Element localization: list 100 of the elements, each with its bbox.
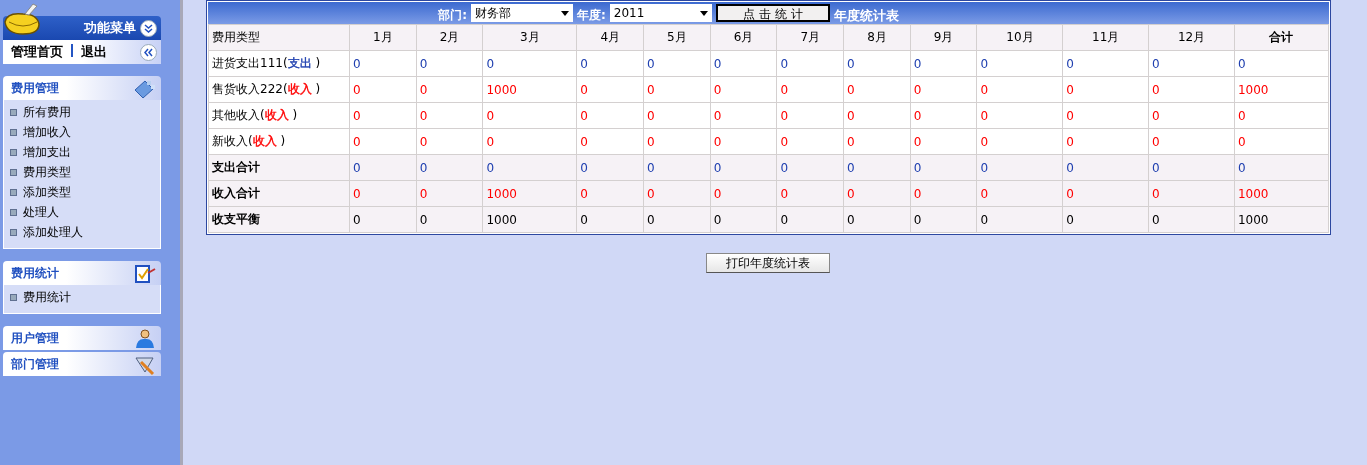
category-tag: 收入 xyxy=(252,133,277,150)
bullet-icon xyxy=(10,188,17,196)
menu-item[interactable]: 处理人 xyxy=(4,202,160,222)
menu-title: 功能菜单 xyxy=(84,19,136,37)
menu-item[interactable]: 所有费用 xyxy=(4,102,160,122)
table-cell: 0 xyxy=(910,102,977,129)
table-cell: 0 xyxy=(1148,76,1235,103)
menu-item[interactable]: 增加支出 xyxy=(4,142,160,162)
table-cell: 收入合计 xyxy=(208,180,350,207)
bullet-icon xyxy=(10,208,17,216)
table-cell: 0 xyxy=(1062,180,1149,207)
category-tag: 收入 xyxy=(287,81,312,98)
table-cell: 0 xyxy=(843,102,911,129)
section-header[interactable]: 费用统计 xyxy=(3,261,161,285)
table-cell: 0 xyxy=(416,154,483,181)
table-cell: 0 xyxy=(1062,128,1149,155)
table-cell: 1000 xyxy=(1234,76,1329,103)
section-header[interactable]: 费用管理 xyxy=(3,76,161,100)
table-cell: 0 xyxy=(482,154,577,181)
table-cell: 1000 xyxy=(482,180,577,207)
table-cell: 1000 xyxy=(1234,206,1329,233)
column-header: 9月 xyxy=(910,24,977,51)
table-cell: 0 xyxy=(910,128,977,155)
table-cell: 0 xyxy=(843,50,911,77)
table-cell: 0 xyxy=(977,102,1063,129)
table-cell: 0 xyxy=(776,76,844,103)
table-cell: 0 xyxy=(643,76,711,103)
dropdown-arrow-icon xyxy=(561,10,569,16)
print-button[interactable]: 打印年度统计表 xyxy=(706,253,830,273)
table-cell: 0 xyxy=(643,128,711,155)
column-header: 合计 xyxy=(1234,24,1329,51)
table-cell: 0 xyxy=(710,206,777,233)
bullet-icon xyxy=(10,148,17,156)
table-cell: 0 xyxy=(977,76,1063,103)
column-header: 11月 xyxy=(1062,24,1149,51)
column-header: 1月 xyxy=(349,24,417,51)
department-label: 部门: xyxy=(438,7,467,24)
column-header: 7月 xyxy=(776,24,844,51)
menu-item[interactable]: 增加收入 xyxy=(4,122,160,142)
table-cell: 0 xyxy=(1234,128,1329,155)
collapse-button[interactable] xyxy=(140,43,157,61)
table-cell: 0 xyxy=(910,76,977,103)
table-cell: 0 xyxy=(349,76,417,103)
separator-bar xyxy=(71,44,73,57)
diamond-icon xyxy=(133,78,157,100)
dropdown-arrow-icon xyxy=(699,10,708,16)
menu-item[interactable]: 添加类型 xyxy=(4,182,160,202)
bullet-icon xyxy=(10,168,17,176)
table-cell: 0 xyxy=(1148,50,1235,77)
table-cell: 新收入(收入 ) xyxy=(208,128,350,155)
column-header: 5月 xyxy=(643,24,711,51)
menu-item[interactable]: 费用类型 xyxy=(4,162,160,182)
table-cell: 0 xyxy=(910,154,977,181)
menu-item[interactable]: 费用统计 xyxy=(4,287,160,307)
section-header[interactable]: 部门管理 xyxy=(3,352,161,376)
department-select[interactable]: 财务部 xyxy=(471,4,573,22)
table-cell: 0 xyxy=(843,128,911,155)
category-tag: 收入 xyxy=(264,107,289,124)
table-cell: 1000 xyxy=(482,206,577,233)
table-cell: 0 xyxy=(710,102,777,129)
nav-link[interactable]: 管理首页 xyxy=(11,43,63,61)
table-cell: 0 xyxy=(643,50,711,77)
user-icon xyxy=(133,328,157,350)
table-cell: 0 xyxy=(643,102,711,129)
calculate-button[interactable]: 点 击 统 计 xyxy=(715,4,830,22)
table-cell: 0 xyxy=(416,180,483,207)
table-cell: 0 xyxy=(710,154,777,181)
section-header[interactable]: 用户管理 xyxy=(3,326,161,350)
column-header: 3月 xyxy=(482,24,577,51)
table-cell: 0 xyxy=(416,206,483,233)
table-cell: 进货支出111(支出 ) xyxy=(208,50,350,77)
table-cell: 0 xyxy=(977,206,1063,233)
table-cell: 0 xyxy=(416,102,483,129)
table-cell: 0 xyxy=(349,128,417,155)
bullet-icon xyxy=(10,108,17,116)
menu-item[interactable]: 添加处理人 xyxy=(4,222,160,242)
table-cell: 0 xyxy=(1234,50,1329,77)
column-header: 费用类型 xyxy=(208,24,350,51)
table-cell: 0 xyxy=(977,128,1063,155)
table-cell: 0 xyxy=(910,50,977,77)
table-cell: 0 xyxy=(776,128,844,155)
category-tag: 支出 xyxy=(287,55,312,72)
year-select[interactable]: 2011 xyxy=(609,4,712,22)
expand-button[interactable] xyxy=(140,19,157,37)
table-cell: 其他收入(收入 ) xyxy=(208,102,350,129)
table-cell: 0 xyxy=(977,154,1063,181)
table-cell: 0 xyxy=(910,180,977,207)
column-header: 2月 xyxy=(416,24,483,51)
table-cell: 0 xyxy=(349,50,417,77)
table-cell: 0 xyxy=(776,50,844,77)
table-cell: 0 xyxy=(1062,154,1149,181)
table-cell: 0 xyxy=(1148,102,1235,129)
table-cell: 0 xyxy=(349,102,417,129)
table-cell: 0 xyxy=(416,76,483,103)
table-cell: 0 xyxy=(416,50,483,77)
table-cell: 0 xyxy=(710,128,777,155)
bullet-icon xyxy=(10,228,17,236)
nav-link[interactable]: 退出 xyxy=(81,43,107,61)
bullet-icon xyxy=(10,293,17,301)
table-cell: 0 xyxy=(1148,206,1235,233)
